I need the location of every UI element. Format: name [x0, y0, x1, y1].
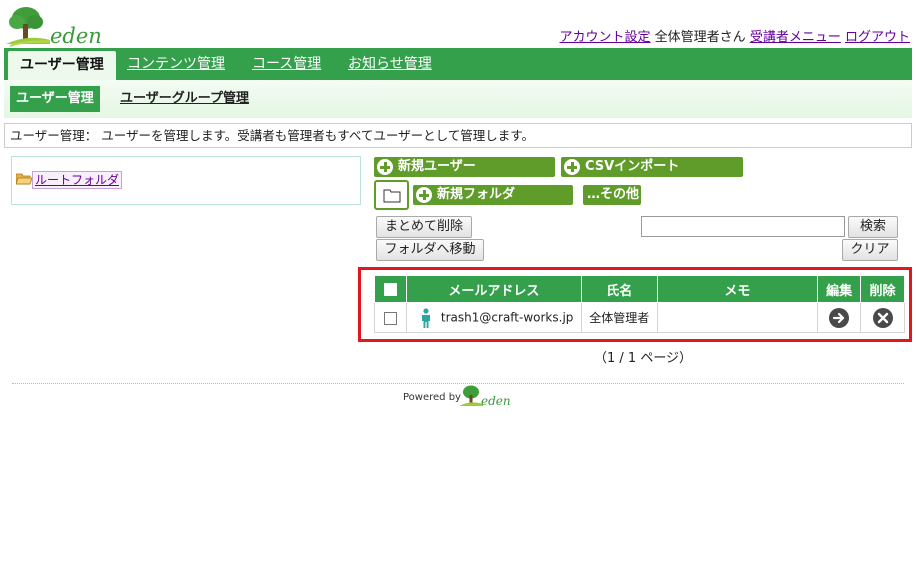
logout-link[interactable]: ログアウト: [845, 30, 910, 45]
row-checkbox[interactable]: [383, 311, 397, 325]
folder-icon: [383, 189, 401, 203]
table-header-row: メールアドレス 氏名 メモ 編集 削除: [374, 275, 905, 303]
csv-import-button[interactable]: CSVインポート: [561, 157, 743, 177]
powered-by-text: Powered by: [403, 392, 461, 403]
row-memo: [656, 302, 819, 333]
plus-icon: [564, 159, 580, 175]
search-button[interactable]: 検索: [848, 216, 898, 238]
footer-logo-text: eden: [481, 394, 511, 408]
name-header[interactable]: 氏名: [580, 275, 658, 303]
folder-tree: ルートフォルダ: [11, 156, 361, 205]
row-delete-cell: [860, 302, 905, 333]
select-all-checkbox[interactable]: [383, 282, 397, 296]
tab-user-management[interactable]: ユーザー管理: [8, 51, 116, 80]
bulk-delete-button[interactable]: まとめて削除: [376, 216, 472, 238]
email-header[interactable]: メールアドレス: [405, 275, 582, 303]
eden-logo: eden: [6, 4, 106, 48]
row-email: trash1@craft-works.jp: [440, 310, 574, 324]
open-folder-icon: [16, 173, 32, 185]
user-table: メールアドレス 氏名 メモ 編集 削除 trash1@craft-works.j…: [374, 275, 905, 333]
search-input[interactable]: [641, 216, 845, 237]
new-folder-label: 新規フォルダ: [437, 187, 516, 202]
main-nav: ユーザー管理 コンテンツ管理 コース管理 お知らせ管理: [4, 48, 912, 80]
account-settings-link[interactable]: アカウント設定: [560, 30, 651, 45]
clear-button[interactable]: クリア: [842, 239, 898, 261]
tab-content-management[interactable]: コンテンツ管理: [127, 48, 225, 80]
subtab-user-group-management[interactable]: ユーザーグループ管理: [120, 86, 249, 112]
edit-arrow-icon[interactable]: [829, 307, 850, 328]
mini-tree-icon: [459, 385, 483, 406]
footer-divider: [12, 383, 904, 384]
edit-header: 編集: [817, 275, 862, 303]
tab-notice-management[interactable]: お知らせ管理: [348, 48, 432, 80]
row-name: 全体管理者: [580, 302, 658, 333]
delete-header: 削除: [860, 275, 905, 303]
top-links: アカウント設定 全体管理者さん 受講者メニュー ログアウト: [560, 26, 910, 45]
sub-nav: ユーザー管理 ユーザーグループ管理: [4, 80, 912, 118]
row-edit-cell: [817, 302, 862, 333]
subtab-user-management[interactable]: ユーザー管理: [10, 86, 100, 112]
new-folder-button[interactable]: 新規フォルダ: [413, 185, 573, 205]
delete-x-icon[interactable]: [872, 307, 893, 328]
person-icon: [421, 307, 430, 328]
learner-menu-link[interactable]: 受講者メニュー: [750, 30, 841, 45]
select-all-header: [374, 275, 407, 303]
tree-icon: [6, 7, 99, 47]
new-user-label: 新規ユーザー: [398, 159, 476, 174]
pager: （1 / 1 ページ）: [594, 351, 693, 366]
move-to-folder-button[interactable]: フォルダへ移動: [376, 239, 484, 261]
root-folder-link[interactable]: ルートフォルダ: [32, 171, 123, 189]
logo-text: eden: [50, 24, 102, 48]
memo-header[interactable]: メモ: [656, 275, 819, 303]
table-row: trash1@craft-works.jp 全体管理者: [374, 302, 905, 333]
row-select-cell: [374, 302, 407, 333]
csv-import-label: CSVインポート: [585, 159, 680, 174]
new-user-button[interactable]: 新規ユーザー: [374, 157, 555, 177]
other-button[interactable]: …その他: [583, 185, 641, 205]
folder-toggle[interactable]: [374, 180, 409, 210]
plus-icon: [377, 159, 393, 175]
user-name: 全体管理者さん: [654, 30, 746, 45]
email-cell: trash1@craft-works.jp: [405, 302, 582, 333]
tab-course-management[interactable]: コース管理: [252, 48, 321, 80]
page-description: ユーザー管理： ユーザーを管理します。受講者も管理者もすべてユーザーとして管理し…: [4, 123, 912, 148]
plus-icon: [416, 187, 432, 203]
